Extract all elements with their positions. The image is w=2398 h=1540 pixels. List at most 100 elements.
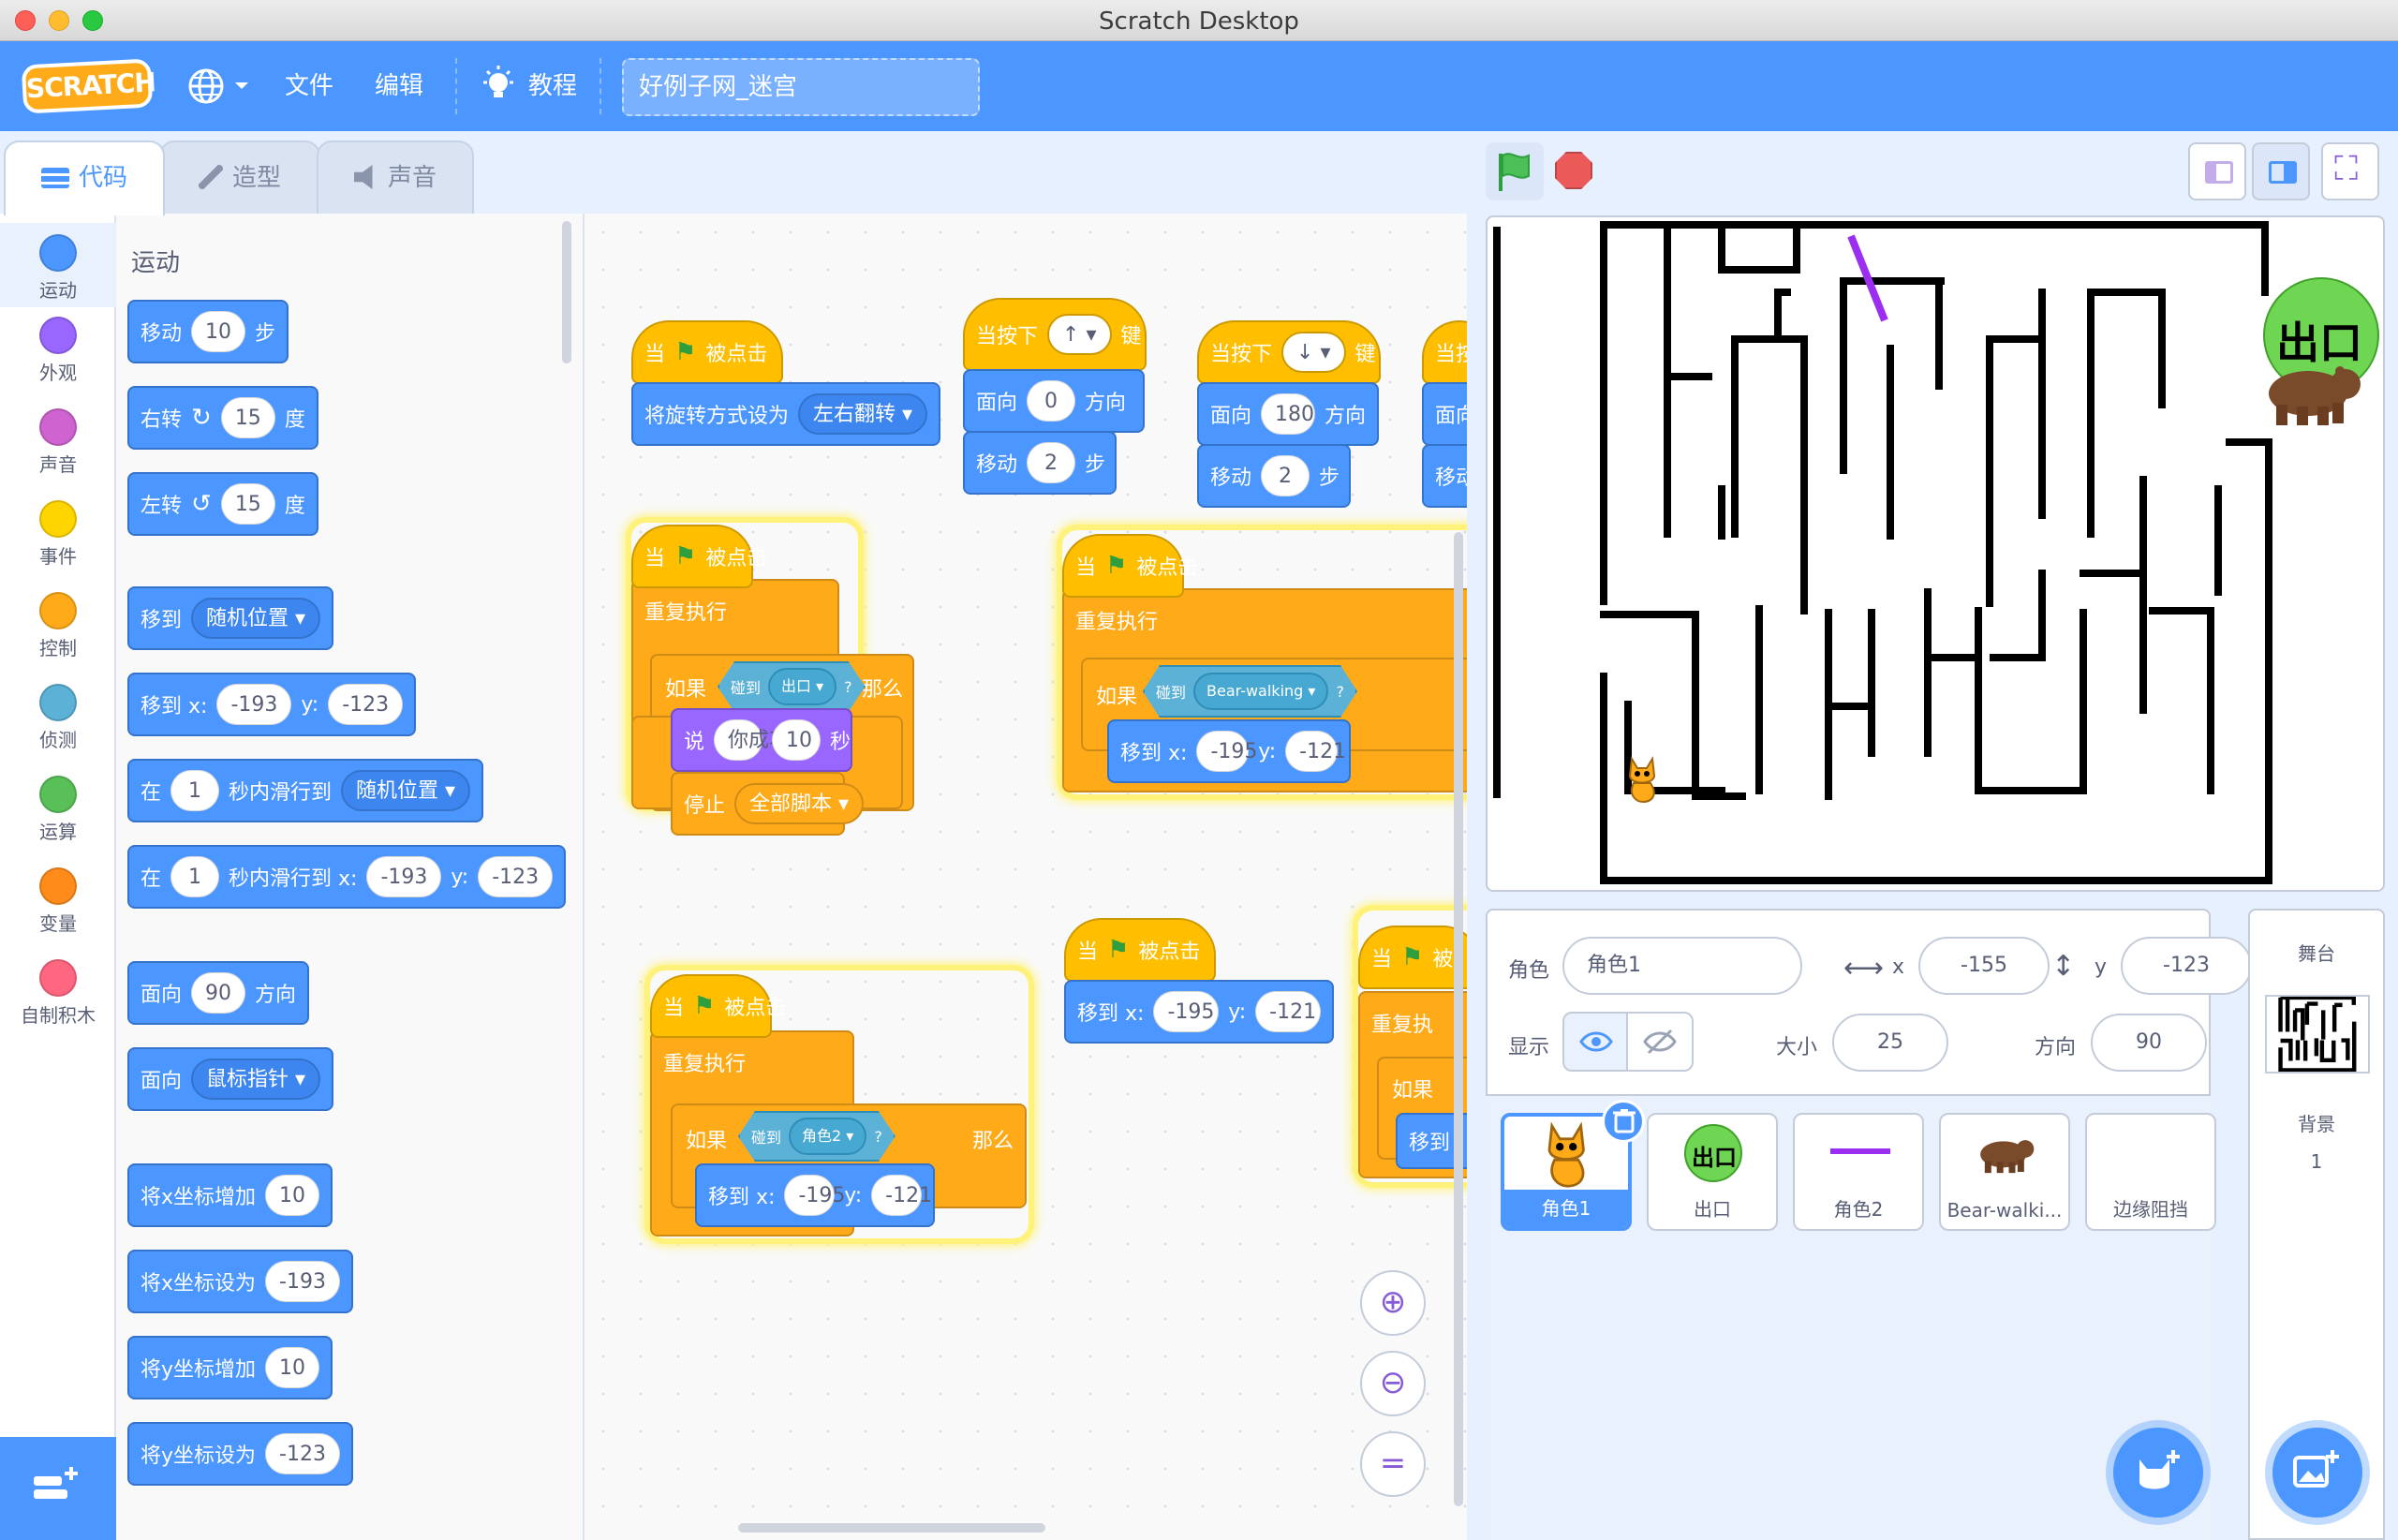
category-events[interactable]: 事件 — [0, 500, 116, 569]
touching-sprite2-block[interactable]: 碰到 角色2 ▾? — [738, 1111, 896, 1162]
workspace-horizontal-scrollbar[interactable] — [738, 1523, 1045, 1533]
y-input[interactable]: -121 — [1255, 991, 1321, 1032]
value-input[interactable]: 10 — [265, 1175, 320, 1216]
point-direction-block[interactable]: 面向 180 方向 — [1197, 382, 1379, 446]
move-steps-block[interactable]: 移动 2 步 — [963, 431, 1117, 495]
edit-menu[interactable]: 编辑 — [375, 67, 423, 105]
when-key-block-partial[interactable]: 当按 — [1422, 320, 1467, 384]
glide-target-dropdown[interactable]: 随机位置 ▾ — [341, 770, 471, 811]
size-input[interactable]: 25 — [1832, 1014, 1948, 1072]
tab-sounds[interactable]: 声音 — [317, 141, 474, 215]
direction-input[interactable]: 90 — [191, 972, 246, 1014]
touching-bear-block[interactable]: 碰到 Bear-walking ▾? — [1143, 665, 1357, 718]
project-title-input[interactable]: 好例子网_迷宫 — [622, 58, 980, 116]
rotation-style-dropdown[interactable]: 左右翻转 ▾ — [798, 393, 928, 435]
when-flag-clicked-block[interactable]: 当 ⚑ 被点击 — [1064, 918, 1216, 982]
goto-xy-block[interactable]: 移到 x: -195 y: -121 — [695, 1163, 935, 1227]
goto-xy-block[interactable]: 移到 x: -195 y: -121 — [1064, 980, 1334, 1044]
turn-left-block[interactable]: 左转 ↺ 15 度 — [127, 472, 318, 536]
sprite-tile[interactable]: Bear-walki... — [1939, 1113, 2070, 1231]
green-flag-button[interactable] — [1486, 142, 1544, 200]
steps-input[interactable]: 2 — [1027, 442, 1076, 483]
sprite-tile[interactable]: 角色2 — [1793, 1113, 1924, 1231]
zoom-reset-button[interactable]: = — [1360, 1431, 1426, 1497]
stop-all-block[interactable]: 停止 全部脚本 ▾ — [671, 772, 865, 836]
set-y-block[interactable]: 将y坐标设为 -123 — [127, 1422, 353, 1486]
when-flag-clicked-block[interactable]: 当 ⚑ 被点击 — [650, 974, 786, 1038]
category-sound[interactable]: 声音 — [0, 408, 116, 477]
when-flag-clicked-block[interactable]: 当 ⚑ 被点击 — [631, 320, 783, 384]
degrees-input[interactable]: 15 — [220, 397, 275, 438]
say-for-secs-block[interactable]: 说你成功了!10 秒 — [671, 708, 852, 772]
degrees-input[interactable]: 15 — [220, 483, 275, 525]
tutorials-menu[interactable]: 教程 — [480, 64, 583, 109]
script-workspace[interactable]: 当 ⚑ 被点击 将旋转方式设为 左右翻转 ▾ 当按下 ↑ ▾ 键 面向 0 方向 移动 2 步 当… — [585, 214, 1467, 1540]
glide-xy-block[interactable]: 在 1 秒内滑行到 x: -193 y: -123 — [127, 845, 567, 909]
zoom-in-button[interactable]: ⊕ — [1360, 1270, 1426, 1336]
category-my-blocks[interactable]: 自制积木 — [0, 959, 116, 1028]
goto-xy-block[interactable]: 移到 x: -195 y: -121 — [1107, 719, 1351, 783]
choose-sprite-button[interactable] — [2113, 1428, 2203, 1518]
add-extension-button[interactable] — [0, 1437, 116, 1540]
category-control[interactable]: 控制 — [0, 592, 116, 660]
stop-option-dropdown[interactable]: 全部脚本 ▾ — [734, 783, 865, 824]
sprite-tile[interactable]: 角色1 — [1501, 1100, 1645, 1231]
key-dropdown[interactable]: ↓ ▾ — [1281, 332, 1346, 373]
move-steps-block[interactable]: 移动 2 步 — [1197, 444, 1351, 508]
workspace-vertical-scrollbar[interactable] — [1454, 532, 1463, 1506]
scratch-logo[interactable]: SCRATCH — [21, 58, 156, 114]
zoom-out-button[interactable]: ⊖ — [1360, 1351, 1426, 1416]
direction-input[interactable]: 0 — [1027, 380, 1076, 422]
tab-costumes[interactable]: 造型 — [159, 141, 320, 215]
when-flag-clicked-block[interactable]: 当 ⚑ 被点击 — [631, 525, 767, 588]
bear-sprite[interactable] — [2256, 352, 2368, 427]
sprite-name-input[interactable]: 角色1 — [1562, 937, 1802, 995]
glide-to-block[interactable]: 在 1 秒内滑行到 随机位置 ▾ — [127, 759, 484, 822]
seconds-input[interactable]: 1 — [170, 770, 220, 811]
seconds-input[interactable]: 1 — [170, 856, 220, 897]
y-input[interactable]: -121 — [871, 1175, 932, 1216]
y-input[interactable]: -121 — [1285, 731, 1346, 772]
y-input[interactable]: -123 — [328, 684, 404, 725]
touching-target-dropdown[interactable]: 出口 ▾ — [768, 668, 836, 705]
sprite-tile[interactable]: 边缘阻挡 — [2085, 1113, 2216, 1231]
x-input[interactable]: -193 — [366, 856, 442, 897]
x-input[interactable]: -195 — [784, 1175, 845, 1216]
sprite-tile[interactable]: 出口 出口 — [1647, 1113, 1778, 1231]
point-towards-block[interactable]: 面向 鼠标指针 ▾ — [127, 1047, 334, 1111]
move-steps-block[interactable]: 移动 10 步 — [127, 300, 289, 363]
when-flag-clicked-block[interactable]: 当 ⚑ 被点击 — [1062, 534, 1198, 598]
y-position-input[interactable]: -123 — [2121, 937, 2252, 995]
direction-input[interactable]: 90 — [2091, 1014, 2207, 1072]
change-y-block[interactable]: 将y坐标增加 10 — [127, 1336, 333, 1399]
touching-target-dropdown[interactable]: 角色2 ▾ — [789, 1118, 866, 1155]
message-input[interactable]: 你成功了! — [714, 719, 819, 761]
set-rotation-style-block[interactable]: 将旋转方式设为 左右翻转 ▾ — [631, 382, 940, 446]
when-flag-clicked-block-partial[interactable]: 当 ⚑ 被 — [1358, 925, 1467, 989]
x-input[interactable]: -195 — [1153, 991, 1220, 1032]
value-input[interactable]: -123 — [265, 1433, 340, 1474]
value-input[interactable]: -193 — [265, 1261, 340, 1302]
touching-exit-block[interactable]: 碰到 出口 ▾? — [718, 661, 866, 712]
stop-button[interactable] — [1555, 152, 1592, 189]
category-looks[interactable]: 外观 — [0, 317, 116, 385]
category-operators[interactable]: 运算 — [0, 776, 116, 844]
key-dropdown[interactable]: ↑ ▾ — [1047, 314, 1112, 355]
category-sensing[interactable]: 侦测 — [0, 684, 116, 752]
x-input[interactable]: -195 — [1196, 731, 1257, 772]
change-x-block[interactable]: 将x坐标增加 10 — [127, 1163, 333, 1227]
seconds-input[interactable]: 10 — [772, 719, 822, 761]
value-input[interactable]: 10 — [265, 1347, 320, 1388]
fullscreen-button[interactable]: ⛶ — [2321, 142, 2379, 200]
show-sprite-button[interactable] — [1562, 1012, 1628, 1072]
choose-backdrop-button[interactable] — [2272, 1428, 2362, 1518]
move-steps-block-partial[interactable]: 移动 — [1422, 444, 1467, 508]
tab-code[interactable]: 代码 — [4, 141, 165, 215]
touching-target-dropdown[interactable]: Bear-walking ▾ — [1193, 673, 1328, 710]
direction-input[interactable]: 180 — [1261, 393, 1315, 435]
x-position-input[interactable]: -155 — [1918, 937, 2050, 995]
goto-xy-block[interactable]: 移到 x: -193 y: -123 — [127, 673, 417, 736]
point-direction-block[interactable]: 面向 0 方向 — [963, 369, 1145, 433]
turn-right-block[interactable]: 右转 ↻ 15 度 — [127, 386, 318, 450]
small-stage-button[interactable] — [2188, 142, 2246, 200]
